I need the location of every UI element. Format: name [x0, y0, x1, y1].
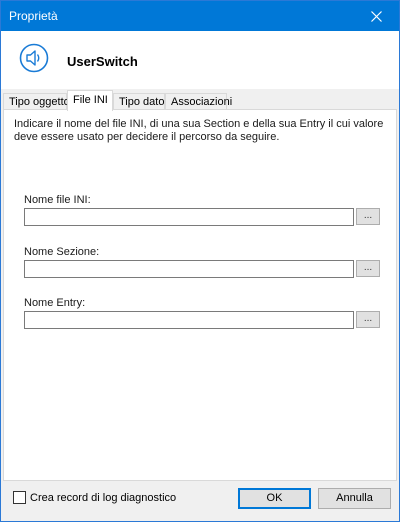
entry-name-label: Nome Entry: [24, 297, 86, 309]
ini-file-browse-button[interactable]: ... [356, 208, 380, 225]
ok-button[interactable]: OK [238, 488, 311, 509]
tab-tipo-oggetto[interactable]: Tipo oggetto [3, 93, 70, 110]
section-name-label: Nome Sezione: [24, 246, 100, 258]
object-name: UserSwitch [67, 54, 138, 69]
dialog-header: UserSwitch [1, 31, 399, 89]
tab-label: Tipo oggetto [9, 96, 70, 108]
entry-name-browse-button[interactable]: ... [356, 311, 380, 328]
description-text: Indicare il nome del file INI, di una su… [14, 118, 384, 143]
tab-file-ini[interactable]: File INI [67, 90, 113, 111]
entry-name-input[interactable] [24, 311, 354, 329]
tab-label: File INI [73, 94, 108, 106]
log-checkbox-label: Crea record di log diagnostico [30, 491, 177, 504]
cancel-button[interactable]: Annulla [318, 488, 391, 509]
section-name-input[interactable] [24, 260, 354, 278]
ini-file-input[interactable] [24, 208, 354, 226]
tab-label: Associazioni [171, 96, 233, 108]
title-bar[interactable]: Proprietà [1, 1, 399, 31]
section-name-browse-button[interactable]: ... [356, 260, 380, 277]
close-button[interactable] [353, 1, 399, 31]
log-checkbox[interactable] [13, 491, 26, 504]
close-icon [370, 10, 382, 22]
speaker-icon [19, 43, 49, 73]
tab-label: Tipo dato [119, 96, 165, 108]
ini-file-label: Nome file INI: [24, 194, 91, 206]
tab-tipo-dato[interactable]: Tipo dato [113, 93, 165, 110]
window-title: Proprietà [9, 9, 58, 23]
tab-associazioni[interactable]: Associazioni [165, 93, 232, 110]
tab-panel-file-ini: Indicare il nome del file INI, di una su… [3, 109, 397, 481]
log-checkbox-row[interactable]: Crea record di log diagnostico [13, 491, 176, 504]
properties-dialog: Proprietà UserSwitch Tipo oggetto File I… [0, 0, 400, 522]
